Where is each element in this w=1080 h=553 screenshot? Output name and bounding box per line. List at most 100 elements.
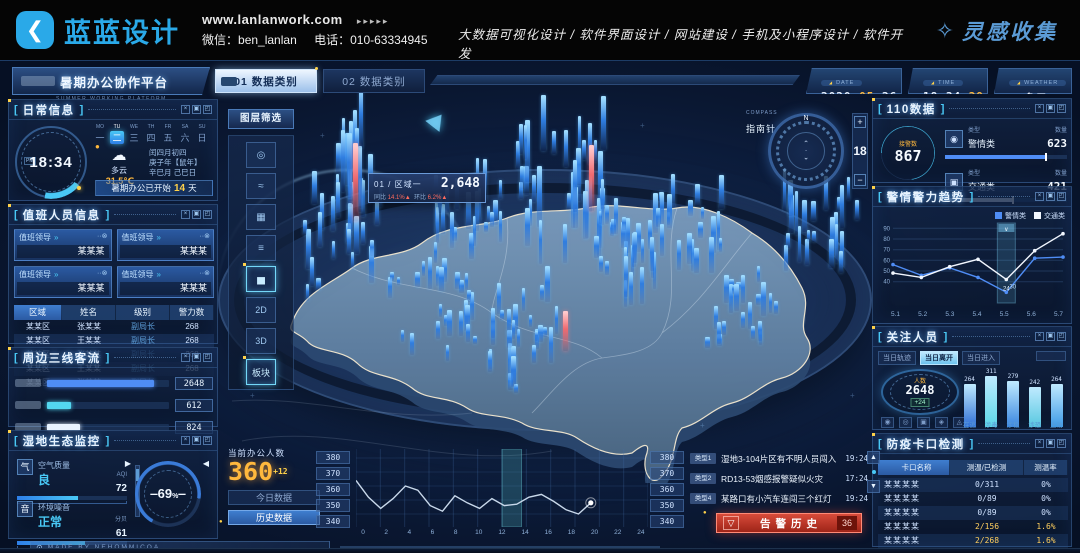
weekday-cell[interactable]: MO一 bbox=[93, 124, 107, 144]
weekday-cell[interactable]: TH四 bbox=[144, 124, 158, 144]
card-close-icon[interactable]: ··⊗ bbox=[199, 232, 210, 240]
window-icon[interactable]: ▣ bbox=[1046, 439, 1055, 448]
checkpoint-col-header[interactable]: 测温率 bbox=[1024, 460, 1068, 475]
bracket: ] bbox=[80, 104, 84, 116]
y-axis-value: 370 bbox=[316, 467, 350, 480]
alert-item[interactable]: 类型2 RD13-53烟感报警疑似火灾 17:24 bbox=[690, 471, 868, 486]
mode-block-button[interactable]: 板块 bbox=[246, 359, 276, 385]
weekday-cell[interactable]: TU二 bbox=[110, 124, 124, 144]
inspiration-collect[interactable]: ✧ 灵感收集 bbox=[936, 16, 1058, 46]
focus-tool-icon[interactable]: ◈ bbox=[935, 417, 948, 428]
expand-icon[interactable]: ◰ bbox=[203, 105, 212, 114]
checkpoint-row[interactable]: 某某某某0/3110% bbox=[878, 478, 1068, 492]
target-layer-button[interactable]: ◎ bbox=[246, 142, 276, 168]
alert-item[interactable]: 类型1 湿地3-104片区有不明人员闯入 19:24 bbox=[690, 451, 868, 466]
card-close-icon[interactable]: ··⊗ bbox=[97, 232, 108, 240]
header-divider bbox=[978, 443, 1030, 444]
duty-card[interactable]: 值班领导»··⊗某某某 bbox=[117, 229, 215, 261]
window-icon[interactable]: ▣ bbox=[192, 105, 201, 114]
history-data-button[interactable]: 历史数据 bbox=[228, 510, 320, 525]
dashboard: +++++ 暑期办公协作平台 SUMMER WORKING PLATFORM 0… bbox=[0, 60, 1080, 553]
brand-website[interactable]: www.lanlanwork.com bbox=[202, 12, 343, 27]
checkpoint-row[interactable]: 某某某某2/2681.6% bbox=[878, 534, 1068, 548]
focus-tool-icon[interactable]: ◎ bbox=[899, 417, 912, 428]
alert-item[interactable]: 类型4 某路口有小汽车连闯三个红灯 19:24 bbox=[690, 491, 868, 506]
tab-data-category-2[interactable]: 02 数据类别 bbox=[323, 69, 425, 93]
expand-icon[interactable]: ◰ bbox=[203, 436, 212, 445]
zoom-out-button[interactable]: − bbox=[854, 174, 866, 186]
compass-dial[interactable]: N ⌃·⌄ bbox=[768, 113, 844, 189]
window-icon[interactable]: ▣ bbox=[1046, 332, 1055, 341]
y-axis-value: 370 bbox=[650, 467, 684, 480]
focus-tool-icon[interactable]: ◉ bbox=[881, 417, 894, 428]
today-data-button[interactable]: 今日数据 bbox=[228, 490, 320, 505]
expand-icon[interactable]: ◰ bbox=[1057, 332, 1066, 341]
scroll-down-icon[interactable]: ▼ bbox=[867, 480, 880, 493]
signal-layer-button[interactable]: ≈ bbox=[246, 173, 276, 199]
close-icon[interactable]: × bbox=[181, 353, 190, 362]
checkpoint-col-header[interactable]: 卡口名称 bbox=[878, 460, 950, 475]
duty-col-header[interactable]: 区域 bbox=[14, 305, 62, 320]
window-icon[interactable]: ▣ bbox=[1046, 192, 1055, 201]
close-icon[interactable]: × bbox=[1035, 104, 1044, 113]
close-icon[interactable]: × bbox=[1035, 332, 1044, 341]
expand-icon[interactable]: ◰ bbox=[203, 210, 212, 219]
close-icon[interactable]: × bbox=[1035, 192, 1044, 201]
gauge-arrow-left-icon[interactable]: ▶ bbox=[125, 459, 131, 468]
duty-card[interactable]: 值班领导»··⊗某某某 bbox=[14, 229, 112, 261]
duty-col-header[interactable]: 警力数 bbox=[170, 305, 214, 320]
mode-3d-button[interactable]: 3D bbox=[246, 328, 276, 354]
compass-widget: COMPASS 指南针 N ⌃·⌄ + 18 − bbox=[746, 101, 868, 203]
bars-layer-button[interactable]: ▅ bbox=[246, 266, 276, 292]
window-icon[interactable]: ▣ bbox=[192, 210, 201, 219]
map-tooltip: 01 / 区域一 2,648 同比 14.1%▲ 环比 6.2%▲ bbox=[368, 173, 486, 203]
mode-2d-button[interactable]: 2D bbox=[246, 297, 276, 323]
expand-icon[interactable]: ◰ bbox=[1057, 439, 1066, 448]
grid-layer-button[interactable]: ▦ bbox=[246, 204, 276, 230]
weekday-cell[interactable]: FR五 bbox=[161, 124, 175, 144]
brand-logo-icon: ❮ bbox=[16, 11, 54, 49]
weekday-cell[interactable]: WE三 bbox=[127, 124, 141, 144]
close-icon[interactable]: × bbox=[181, 210, 190, 219]
window-icon[interactable]: ▣ bbox=[192, 353, 201, 362]
checkpoint-row[interactable]: 某某某某0/890% bbox=[878, 506, 1068, 520]
weekday-cell[interactable]: SU日 bbox=[195, 124, 209, 144]
duty-col-header[interactable]: 级别 bbox=[116, 305, 170, 320]
close-icon[interactable]: × bbox=[181, 436, 190, 445]
weekday-cell[interactable]: SA六 bbox=[178, 124, 192, 144]
checkpoint-row[interactable]: 某某某某2/1561.6% bbox=[878, 520, 1068, 534]
close-icon[interactable]: × bbox=[181, 105, 190, 114]
checkpoint-col-header[interactable]: 测温/已检测 bbox=[950, 460, 1024, 475]
window-icon[interactable]: ▣ bbox=[1046, 104, 1055, 113]
alert-history-button[interactable]: ▽ 告警历史 36 bbox=[716, 513, 862, 533]
zoom-in-button[interactable]: + bbox=[854, 116, 866, 128]
duty-table-row[interactable]: 某某区张某某副局长268 bbox=[14, 320, 214, 334]
weather-text: 多云 bbox=[111, 166, 127, 175]
region-map[interactable] bbox=[232, 173, 852, 483]
duty-table-row[interactable]: 某某区王某某副局长268 bbox=[14, 334, 214, 348]
focus-dropdown[interactable] bbox=[1036, 351, 1066, 361]
card-close-icon[interactable]: ··⊗ bbox=[199, 269, 210, 277]
x-tick: 18 bbox=[564, 529, 578, 536]
checkpoint-row[interactable]: 某某某某0/890% bbox=[878, 492, 1068, 506]
focus-tool-icon[interactable]: ▣ bbox=[917, 417, 930, 428]
checkpoint-table: 卡口名称测温/已检测测温率 某某某某0/3110%某某某某0/890%某某某某0… bbox=[878, 460, 1068, 548]
expand-icon[interactable]: ◰ bbox=[1057, 192, 1066, 201]
gauge-arrow-right-icon[interactable]: ◀ bbox=[203, 459, 209, 468]
close-icon[interactable]: × bbox=[1035, 439, 1044, 448]
card-close-icon[interactable]: ··⊗ bbox=[97, 269, 108, 277]
compass-value: 18 bbox=[853, 144, 866, 158]
scroll-up-icon[interactable]: ▲ bbox=[867, 451, 880, 464]
window-icon[interactable]: ▣ bbox=[192, 436, 201, 445]
tab-data-category-1[interactable]: 01 数据类别 bbox=[215, 69, 317, 93]
list-layer-button[interactable]: ≡ bbox=[246, 235, 276, 261]
focus-tab[interactable]: 当日轨迹 bbox=[878, 351, 916, 365]
air-quality-value: 良 bbox=[17, 471, 127, 488]
duty-card[interactable]: 值班领导»··⊗某某某 bbox=[117, 266, 215, 298]
x-tick: 8 bbox=[449, 529, 463, 536]
duty-card[interactable]: 值班领导»··⊗某某某 bbox=[14, 266, 112, 298]
duty-col-header[interactable]: 姓名 bbox=[62, 305, 116, 320]
expand-icon[interactable]: ◰ bbox=[1057, 104, 1066, 113]
focus-tab[interactable]: 当日离开 bbox=[920, 351, 958, 365]
expand-icon[interactable]: ◰ bbox=[203, 353, 212, 362]
